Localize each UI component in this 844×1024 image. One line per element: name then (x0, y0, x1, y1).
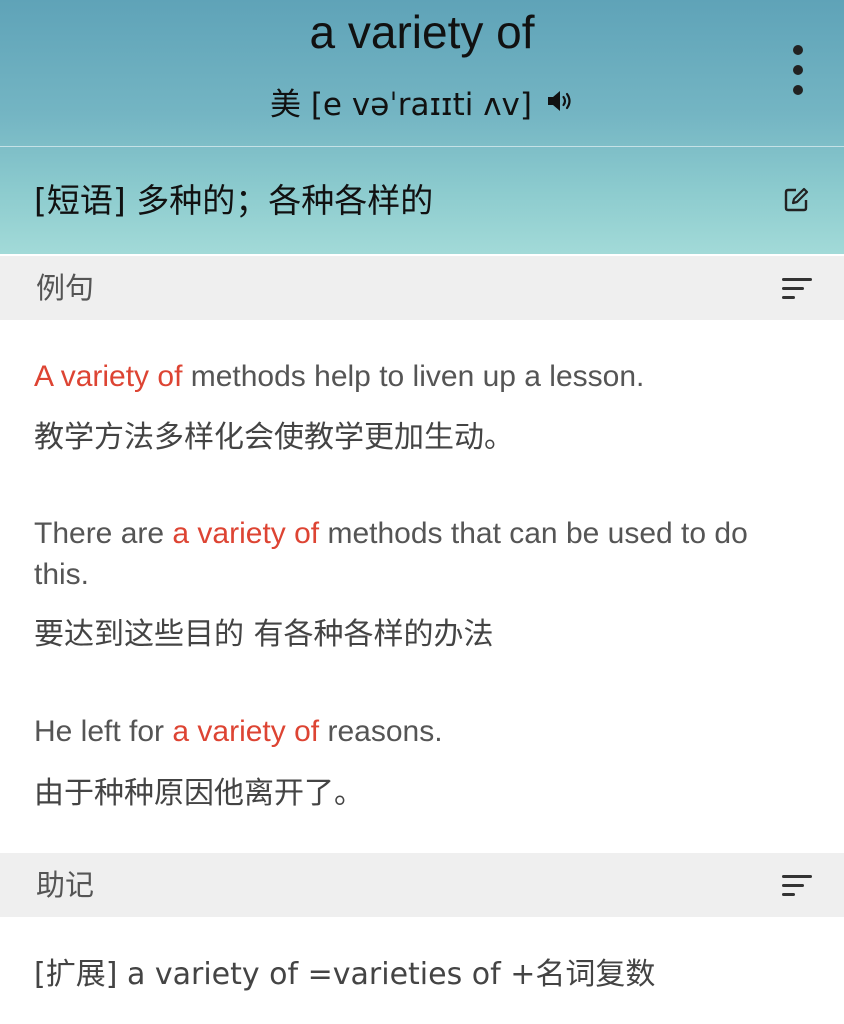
definition-text: [短语] 多种的；各种各样的 (34, 181, 434, 220)
mnemonic-section-title: 助记 (36, 868, 95, 902)
example-translation-zh: 教学方法多样化会使教学更加生动。 (34, 420, 514, 455)
example-highlight: a variety of (172, 715, 320, 748)
example-sentence-en: There are a variety of methods that can … (34, 513, 794, 595)
example-text-before: There are (34, 517, 173, 550)
examples-section-header: 例句 (0, 256, 844, 320)
word-detail-page: a variety of 美 [e vəˈraɪɪti ʌv] [短语] 多种的… (0, 0, 844, 1024)
example-highlight: A variety of (34, 360, 183, 393)
sort-lines-icon[interactable] (782, 277, 814, 301)
mnemonic-text: [扩展] a variety of =varieties of +名词复数 (34, 957, 656, 992)
example-translation-zh: 要达到这些目的 有各种各样的办法 (34, 617, 494, 652)
speaker-icon[interactable] (544, 86, 574, 116)
examples-section-title: 例句 (36, 271, 95, 305)
example-sentence-en: He left for a variety of reasons. (34, 711, 794, 752)
pronunciation-row[interactable]: 美 [e vəˈraɪɪti ʌv] (0, 78, 844, 124)
mnemonic-section-header: 助记 (0, 853, 844, 917)
phonetic-text: 美 [e vəˈraɪɪti ʌv] (269, 86, 532, 123)
edit-icon[interactable] (782, 186, 810, 214)
example-text-after: methods help to liven up a lesson. (182, 360, 645, 393)
headword: a variety of (309, 6, 535, 58)
more-vertical-icon[interactable] (788, 44, 808, 96)
example-highlight: a variety of (172, 517, 320, 550)
example-text-before: He left for (34, 715, 173, 748)
sort-lines-icon[interactable] (782, 874, 814, 898)
header-divider (0, 146, 844, 147)
example-translation-zh: 由于种种原因他离开了。 (34, 776, 364, 811)
example-sentence-en: A variety of methods help to liven up a … (34, 356, 794, 397)
example-text-after: reasons. (319, 715, 443, 748)
word-header: a variety of 美 [e vəˈraɪɪti ʌv] [短语] 多种的… (0, 0, 844, 254)
